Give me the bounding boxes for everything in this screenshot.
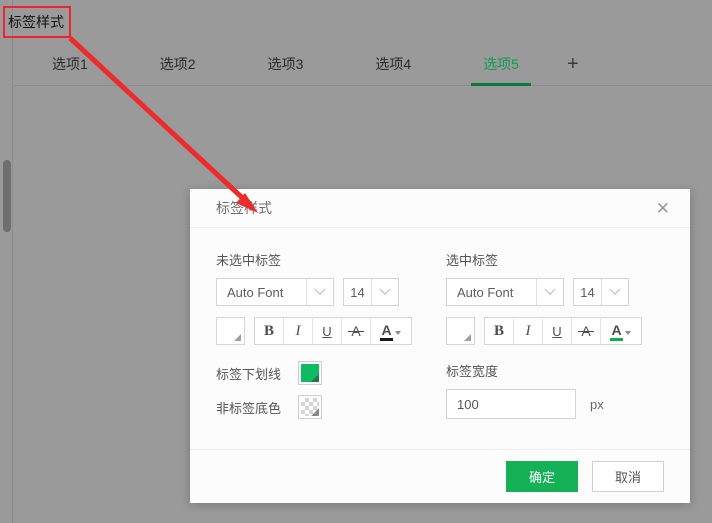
tab-label: 选项1 bbox=[52, 56, 88, 72]
text-color-swatch-bar bbox=[380, 338, 392, 341]
unselected-font-select[interactable]: Auto Font bbox=[216, 278, 334, 306]
selected-font-select[interactable]: Auto Font bbox=[446, 278, 564, 306]
unselected-format-group: B I U A A bbox=[254, 317, 412, 345]
tab-option-3[interactable]: 选项3 bbox=[256, 43, 316, 86]
tab-width-label: 标签宽度 bbox=[446, 361, 660, 380]
text-color-button[interactable]: A bbox=[371, 318, 411, 344]
underline-button[interactable]: U bbox=[313, 318, 342, 344]
tab-option-5[interactable]: 选项5 bbox=[471, 43, 531, 86]
unselected-size-value: 14 bbox=[344, 279, 371, 305]
selected-tab-column: 选中标签 Auto Font 14 B bbox=[446, 250, 660, 429]
page-scrollbar-thumb[interactable] bbox=[3, 160, 11, 232]
cancel-button[interactable]: 取消 bbox=[592, 461, 664, 492]
text-color-glyph-wrap: A bbox=[611, 324, 621, 338]
strikethrough-button[interactable]: A bbox=[342, 318, 371, 344]
tab-option-4[interactable]: 选项4 bbox=[363, 43, 423, 86]
text-color-swatch-bar bbox=[610, 338, 622, 341]
tab-style-dialog: 标签样式 ✕ 未选中标签 Auto Font 14 bbox=[190, 189, 690, 503]
selected-font-value: Auto Font bbox=[447, 279, 536, 305]
selected-section-label: 选中标签 bbox=[446, 250, 660, 269]
unselected-size-select[interactable]: 14 bbox=[343, 278, 399, 306]
selected-format-group: B I U A A bbox=[484, 317, 642, 345]
strikethrough-button[interactable]: A bbox=[572, 318, 601, 344]
underline-button[interactable]: U bbox=[543, 318, 572, 344]
tab-underline-row: 标签下划线 bbox=[216, 361, 430, 385]
tab-label: 选项3 bbox=[268, 56, 304, 72]
tab-background-color-swatch[interactable] bbox=[298, 395, 322, 419]
dialog-header: 标签样式 ✕ bbox=[190, 189, 690, 228]
selected-font-row: Auto Font 14 bbox=[446, 278, 660, 306]
strikethrough-bar bbox=[348, 331, 364, 332]
text-color-button[interactable]: A bbox=[601, 318, 641, 344]
tab-bar: 选项1 选项2 选项3 选项4 选项5 + bbox=[14, 43, 712, 86]
unselected-font-value: Auto Font bbox=[217, 279, 306, 305]
tab-width-unit: px bbox=[590, 397, 604, 412]
text-color-glyph: A bbox=[611, 322, 621, 338]
app-shell: 选项1 选项2 选项3 选项4 选项5 + 标签样式 ✕ 未选中标签 bbox=[14, 0, 712, 523]
tab-background-label: 非标签底色 bbox=[216, 398, 298, 417]
text-color-glyph-wrap: A bbox=[381, 324, 391, 338]
selected-size-value: 14 bbox=[574, 279, 601, 305]
unselected-section-label: 未选中标签 bbox=[216, 250, 430, 269]
dialog-body: 未选中标签 Auto Font 14 bbox=[190, 228, 690, 449]
chevron-down-icon bbox=[601, 279, 628, 305]
tab-underline-color-swatch[interactable] bbox=[298, 361, 322, 385]
tab-label: 选项4 bbox=[375, 56, 411, 72]
italic-button[interactable]: I bbox=[514, 318, 543, 344]
tab-background-row: 非标签底色 bbox=[216, 395, 430, 419]
tab-option-1[interactable]: 选项1 bbox=[40, 43, 100, 86]
tab-option-2[interactable]: 选项2 bbox=[148, 43, 208, 86]
color-picker-icon[interactable] bbox=[216, 317, 245, 345]
tab-label: 选项2 bbox=[160, 56, 196, 72]
tab-width-row: px bbox=[446, 389, 660, 419]
selected-size-select[interactable]: 14 bbox=[573, 278, 629, 306]
add-tab-button[interactable]: + bbox=[561, 43, 585, 86]
confirm-button[interactable]: 确定 bbox=[506, 461, 578, 492]
chevron-down-icon bbox=[306, 279, 333, 305]
chevron-down-icon bbox=[371, 279, 398, 305]
unselected-font-row: Auto Font 14 bbox=[216, 278, 430, 306]
italic-button[interactable]: I bbox=[284, 318, 313, 344]
unselected-tab-column: 未选中标签 Auto Font 14 bbox=[216, 250, 430, 429]
color-picker-icon[interactable] bbox=[446, 317, 475, 345]
annotation-label: 标签样式 bbox=[8, 12, 64, 32]
bold-button[interactable]: B bbox=[255, 318, 284, 344]
dropdown-corner-icon bbox=[311, 374, 319, 382]
tab-underline-label: 标签下划线 bbox=[216, 364, 298, 383]
bold-button[interactable]: B bbox=[485, 318, 514, 344]
annotation-box: 标签样式 bbox=[3, 6, 71, 38]
selected-format-toolbar: B I U A A bbox=[446, 317, 660, 345]
chevron-down-icon[interactable] bbox=[395, 331, 401, 335]
tab-width-input[interactable] bbox=[446, 389, 576, 419]
text-color-glyph: A bbox=[381, 322, 391, 338]
tab-label: 选项5 bbox=[483, 56, 519, 72]
strikethrough-bar bbox=[578, 331, 594, 332]
page-scrollbar[interactable] bbox=[0, 0, 13, 523]
chevron-down-icon bbox=[536, 279, 563, 305]
dialog-footer: 确定 取消 bbox=[190, 449, 690, 503]
chevron-down-icon[interactable] bbox=[625, 331, 631, 335]
top-strip bbox=[14, 0, 712, 43]
unselected-format-toolbar: B I U A A bbox=[216, 317, 430, 345]
dropdown-corner-icon bbox=[311, 408, 319, 416]
close-icon[interactable]: ✕ bbox=[652, 198, 674, 219]
dialog-title: 标签样式 bbox=[216, 198, 652, 218]
